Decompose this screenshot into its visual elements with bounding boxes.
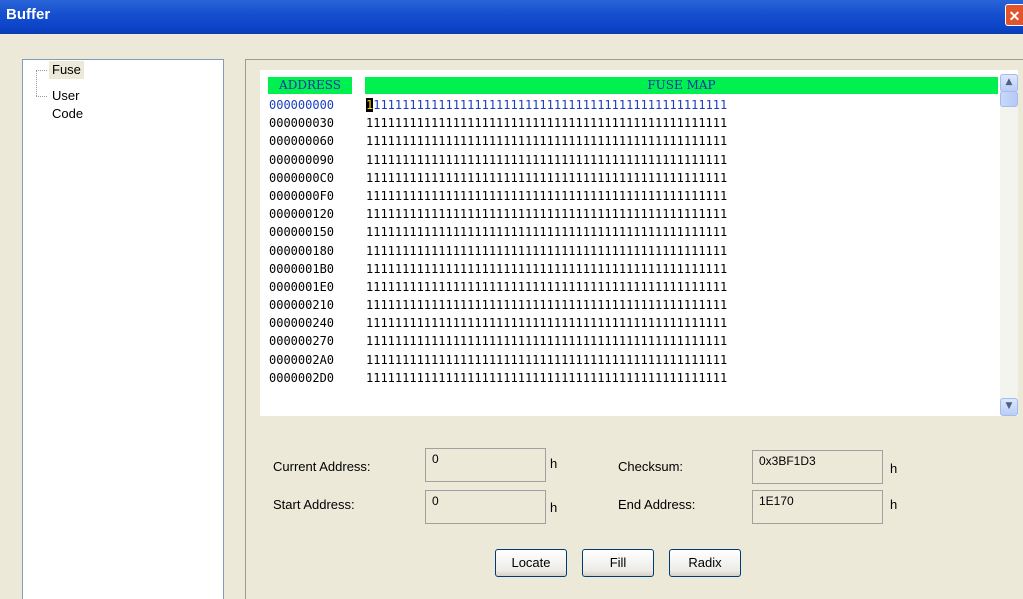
hex-suffix: h [550,500,558,515]
tree-connector [36,96,47,97]
row-fuse-data[interactable]: 1111111111111111111111111111111111111111… [366,171,727,185]
row-address: 0000002D0 [269,370,335,385]
table-row[interactable]: 0000000C0 1111111111111111111111111111111… [269,169,727,187]
row-fuse-data[interactable]: 1111111111111111111111111111111111111111… [366,134,727,148]
fuse-rows: 000000000 1111111111111111111111111111111… [269,96,727,387]
table-row[interactable]: 0000001B0 1111111111111111111111111111111… [269,260,727,278]
row-address: 000000060 [269,134,335,149]
table-row[interactable]: 0000000F0 1111111111111111111111111111111… [269,187,727,205]
column-header-address: ADDRESS [268,77,352,94]
tree-connector [36,70,47,71]
row-fuse-data[interactable]: 1111111111111111111111111111111111111111… [366,116,727,130]
row-fuse-data[interactable]: 1111111111111111111111111111111111111111… [366,262,727,276]
table-row[interactable]: 000000210 1111111111111111111111111111111… [269,296,727,314]
row-fuse-data[interactable]: 1111111111111111111111111111111111111111… [366,98,727,112]
table-row[interactable]: 000000240 1111111111111111111111111111111… [269,314,727,332]
column-header-fuse-map: FUSE MAP [365,77,998,94]
scroll-thumb[interactable] [1000,91,1018,107]
locate-button[interactable]: Locate [495,549,567,577]
row-fuse-data[interactable]: 1111111111111111111111111111111111111111… [366,244,727,258]
start-address-label: Start Address: [273,497,355,512]
table-row[interactable]: 000000180 1111111111111111111111111111111… [269,242,727,260]
hex-suffix: h [890,497,898,512]
table-row[interactable]: 0000002D0 1111111111111111111111111111111… [269,369,727,387]
row-fuse-data[interactable]: 1111111111111111111111111111111111111111… [366,189,727,203]
row-address: 0000000C0 [269,170,335,185]
current-address-field[interactable]: 0 [425,448,546,482]
hex-suffix: h [890,461,898,476]
row-fuse-data[interactable]: 1111111111111111111111111111111111111111… [366,298,727,312]
checksum-field: 0x3BF1D3 [752,450,883,484]
tree-item-label: User Code [52,88,84,121]
scroll-up-icon[interactable]: ▲ [1000,74,1018,92]
row-address: 0000001E0 [269,279,335,294]
row-address: 000000120 [269,207,335,222]
current-address-label: Current Address: [273,459,371,474]
table-row[interactable]: 0000001E0 1111111111111111111111111111111… [269,278,727,296]
end-address-label: End Address: [618,497,696,512]
table-row[interactable]: 000000030 1111111111111111111111111111111… [269,114,727,132]
row-fuse-data[interactable]: 1111111111111111111111111111111111111111… [366,353,727,367]
start-address-field[interactable]: 0 [425,490,546,524]
row-address: 0000002A0 [269,352,335,367]
tree-item-label: Fuse [49,61,84,79]
vertical-scrollbar[interactable]: ▲ ▼ [1000,74,1018,416]
row-address: 0000001B0 [269,261,335,276]
row-address: 000000030 [269,116,335,131]
radix-button[interactable]: Radix [669,549,741,577]
row-fuse-data[interactable]: 1111111111111111111111111111111111111111… [366,225,727,239]
edit-cursor: 1 [366,98,374,112]
row-address: 000000000 [269,98,335,112]
scroll-down-icon[interactable]: ▼ [1000,398,1018,416]
table-row[interactable]: 000000000 1111111111111111111111111111111… [269,96,727,114]
fill-button[interactable]: Fill [582,549,654,577]
tree-connector [36,70,37,96]
row-address: 000000090 [269,152,335,167]
row-address: 0000000F0 [269,188,335,203]
row-address: 000000180 [269,243,335,258]
end-address-field: 1E170 [752,490,883,524]
window-title: Buffer [6,6,51,23]
row-address: 000000270 [269,334,335,349]
row-fuse-data[interactable]: 1111111111111111111111111111111111111111… [366,280,727,294]
row-fuse-data[interactable]: 1111111111111111111111111111111111111111… [366,371,727,385]
table-row[interactable]: 000000150 1111111111111111111111111111111… [269,223,727,241]
row-address: 000000240 [269,316,335,331]
row-address: 000000150 [269,225,335,240]
close-icon[interactable]: ✕ [1005,4,1023,26]
row-fuse-data[interactable]: 1111111111111111111111111111111111111111… [366,316,727,330]
tree-view[interactable]: Fuse User Code [22,59,224,599]
table-row[interactable]: 0000002A0 1111111111111111111111111111111… [269,351,727,369]
table-row[interactable]: 000000060 1111111111111111111111111111111… [269,132,727,150]
row-address: 000000210 [269,298,335,313]
row-fuse-data[interactable]: 1111111111111111111111111111111111111111… [366,207,727,221]
row-fuse-data[interactable]: 1111111111111111111111111111111111111111… [366,153,727,167]
fuse-map-grid[interactable]: ADDRESS FUSE MAP 000000000 11111111111111… [260,70,1018,416]
table-row[interactable]: 000000090 1111111111111111111111111111111… [269,151,727,169]
table-row[interactable]: 000000120 1111111111111111111111111111111… [269,205,727,223]
checksum-label: Checksum: [618,459,684,474]
window-titlebar: Buffer ✕ [0,0,1023,34]
row-fuse-data[interactable]: 1111111111111111111111111111111111111111… [366,334,727,348]
table-row[interactable]: 000000270 1111111111111111111111111111111… [269,332,727,350]
hex-suffix: h [550,456,558,471]
